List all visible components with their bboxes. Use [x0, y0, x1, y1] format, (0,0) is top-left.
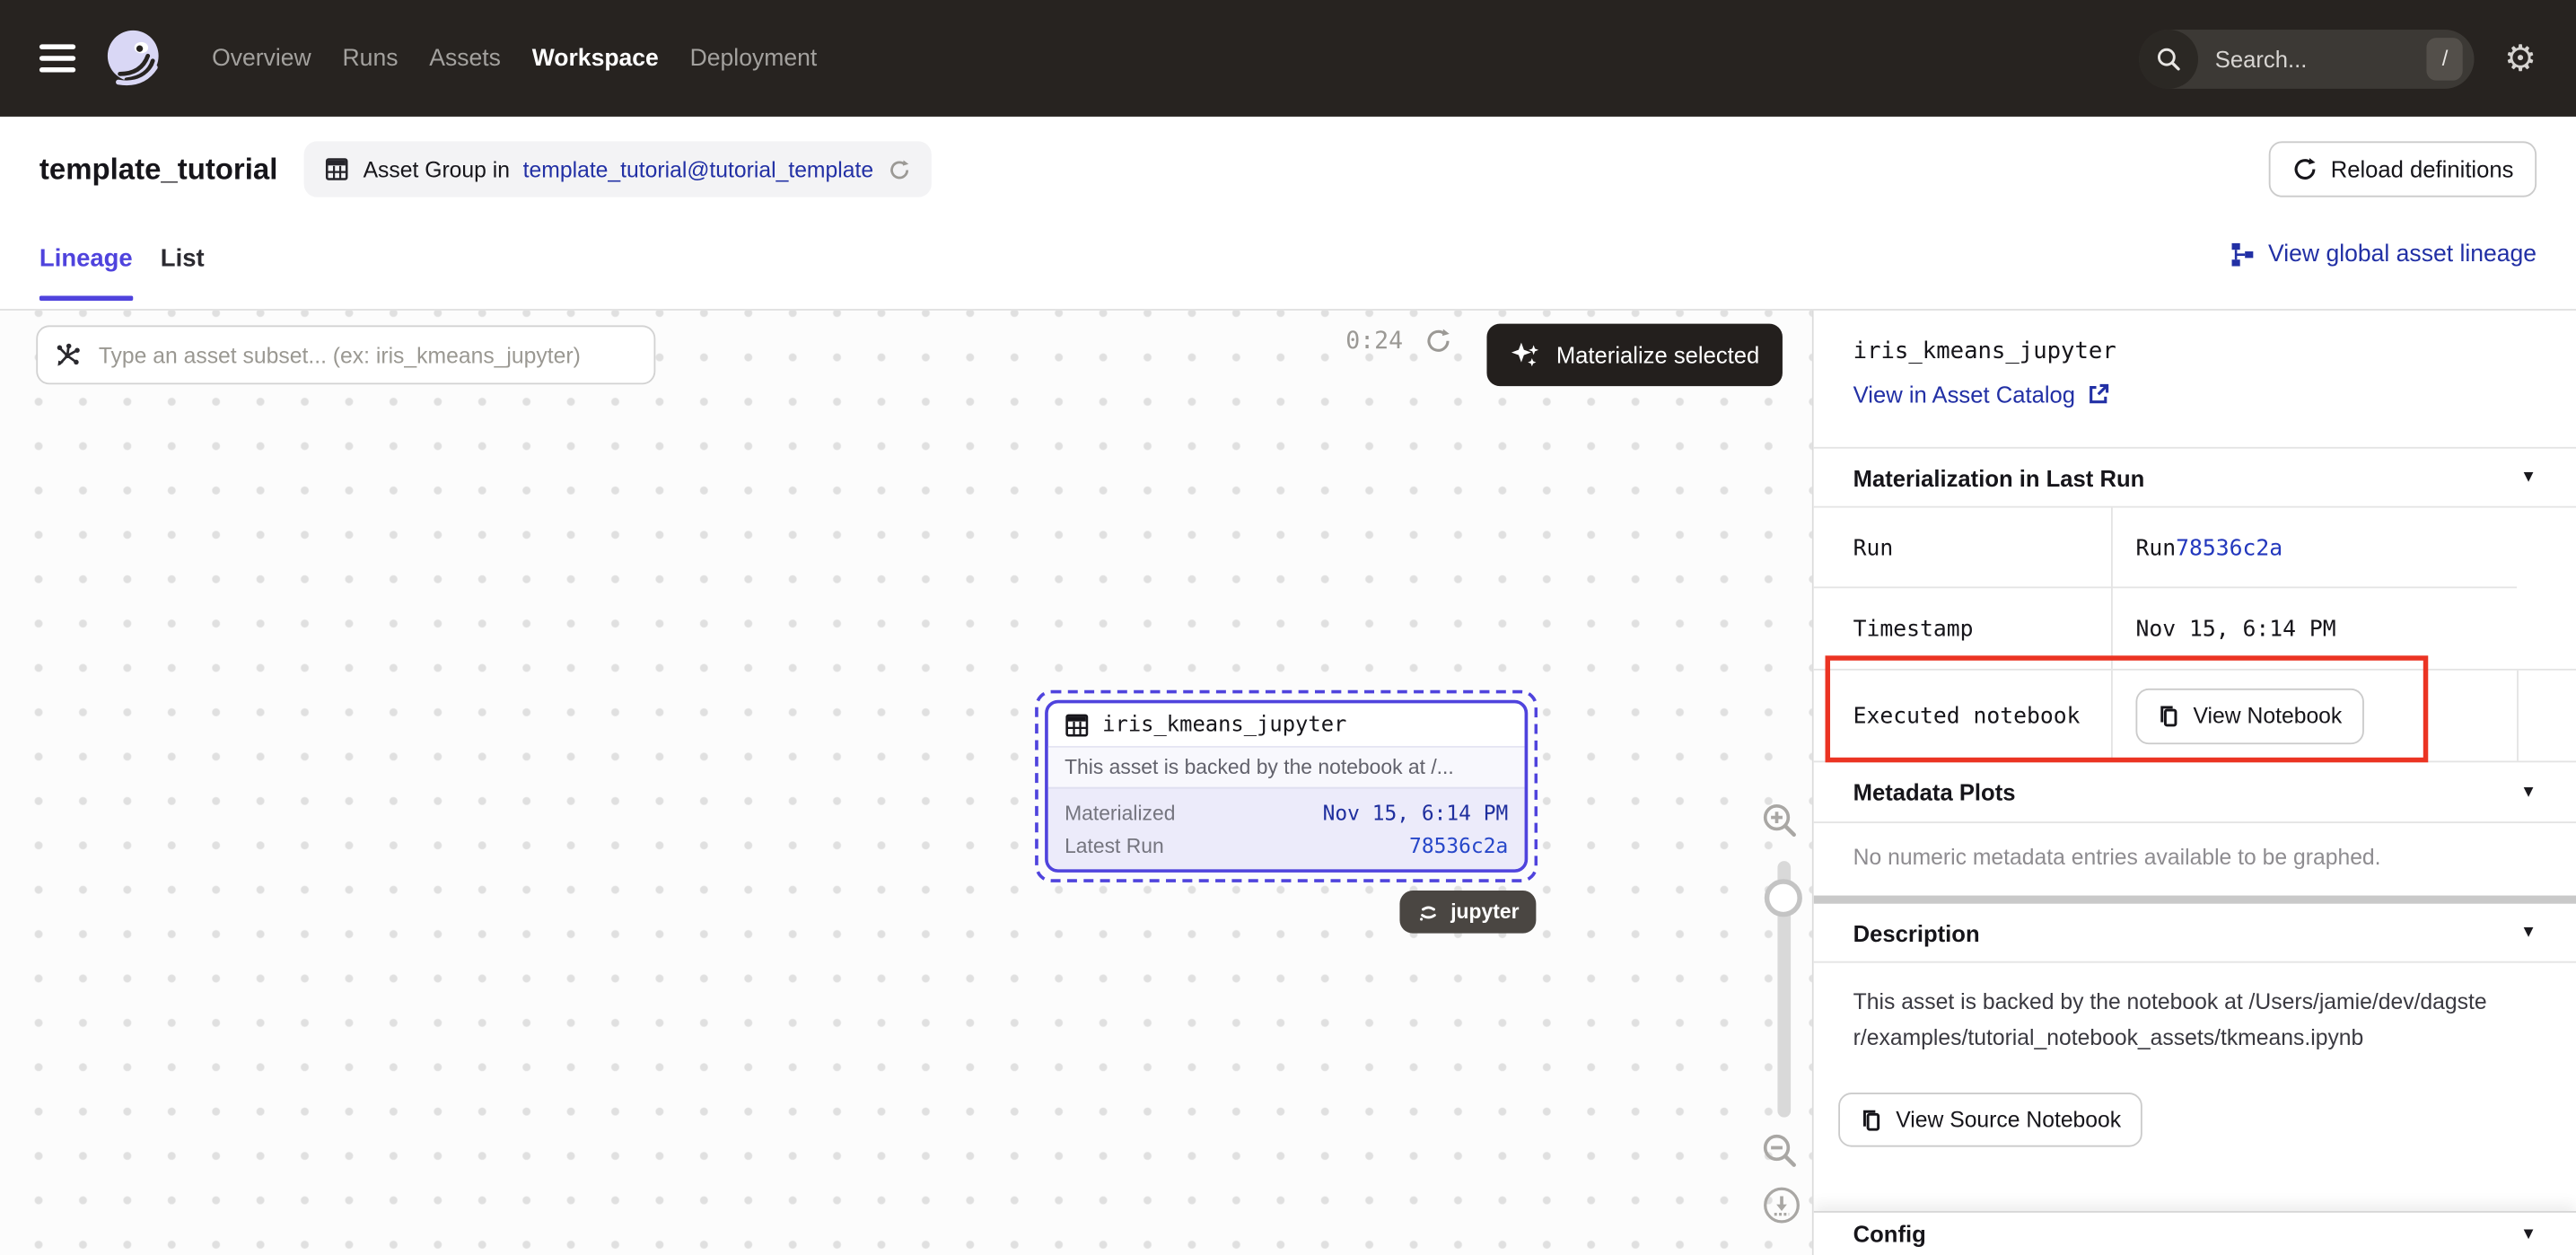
reload-icon — [2291, 156, 2318, 182]
table-row-timestamp: Timestamp Nov 15, 6:14 PM — [1814, 588, 2576, 671]
view-source-notebook-label: View Source Notebook — [1896, 1108, 2121, 1132]
materialized-timestamp: Nov 15, 6:14 PM — [1323, 800, 1509, 824]
view-in-asset-catalog-label: View in Asset Catalog — [1853, 382, 2075, 408]
nav-item-deployment[interactable]: Deployment — [690, 45, 818, 71]
nav-item-runs[interactable]: Runs — [343, 45, 399, 71]
asset-node[interactable]: iris_kmeans_jupyter This asset is backed… — [1045, 700, 1528, 873]
view-notebook-button[interactable]: View Notebook — [2135, 688, 2363, 743]
asset-group-grid-icon — [324, 156, 350, 182]
nav-item-workspace[interactable]: Workspace — [532, 45, 659, 71]
tab-active-underline — [39, 295, 133, 300]
materialized-label: Materialized — [1065, 801, 1175, 824]
fit-view-icon[interactable] — [1763, 1187, 1801, 1224]
breadcrumb-refresh-icon[interactable] — [887, 157, 911, 181]
asset-subset-filter[interactable] — [36, 325, 655, 384]
page-title: template_tutorial — [39, 152, 277, 186]
latest-run-link[interactable]: 78536c2a — [1409, 833, 1508, 857]
view-source-notebook-button[interactable]: View Source Notebook — [1838, 1093, 2142, 1146]
section-config[interactable]: Config ▼ — [1814, 1211, 2576, 1255]
jupyter-tag-label: jupyter — [1450, 900, 1519, 924]
view-notebook-label: View Notebook — [2194, 703, 2343, 727]
breadcrumb: Asset Group in template_tutorial@tutoria… — [304, 141, 932, 197]
cell-border — [2517, 671, 2519, 761]
timestamp-value: Nov 15, 6:14 PM — [2113, 588, 2336, 669]
chevron-down-icon[interactable]: ▼ — [2520, 1225, 2537, 1243]
section-title: Config — [1853, 1221, 1926, 1247]
breadcrumb-prefix: Asset Group in — [364, 157, 510, 181]
notebook-copy-icon — [1860, 1109, 1883, 1132]
asset-node-name: iris_kmeans_jupyter — [1102, 713, 1346, 737]
view-global-asset-lineage-label: View global asset lineage — [2268, 241, 2537, 268]
tabs-bar: Lineage List View global asset lineage — [0, 222, 2576, 311]
sparkle-icon — [1511, 339, 1542, 371]
external-link-icon — [2087, 382, 2110, 406]
nav-item-assets[interactable]: Assets — [429, 45, 501, 71]
table-row-run: Run Run 78536c2a — [1814, 508, 2576, 589]
row-key: Executed notebook — [1814, 671, 2113, 761]
zoom-out-icon[interactable] — [1761, 1132, 1799, 1170]
row-key: Timestamp — [1814, 588, 2113, 669]
notebook-copy-icon — [2157, 704, 2180, 727]
asset-node-group: iris_kmeans_jupyter This asset is backed… — [1035, 690, 1538, 882]
view-global-asset-lineage-link[interactable]: View global asset lineage — [2229, 241, 2537, 268]
tab-list[interactable]: List — [161, 222, 205, 309]
view-in-asset-catalog-link[interactable]: View in Asset Catalog — [1853, 382, 2110, 408]
main-area: 0:24 Materialize selected — [0, 311, 2576, 1255]
reload-definitions-button[interactable]: Reload definitions — [2268, 141, 2537, 197]
section-title: Materialization in Last Run — [1853, 464, 2145, 490]
asset-graph-icon — [54, 341, 82, 369]
nav-menu: Overview Runs Assets Workspace Deploymen… — [212, 45, 817, 71]
asset-node-selection[interactable]: iris_kmeans_jupyter This asset is backed… — [1035, 690, 1538, 882]
materialization-table: Run Run 78536c2a Timestamp Nov 15, 6:14 … — [1814, 506, 2576, 763]
zoom-in-icon[interactable] — [1761, 802, 1799, 839]
asset-subset-input[interactable] — [95, 341, 637, 369]
section-metadata-plots[interactable]: Metadata Plots ▼ — [1814, 762, 2576, 821]
sidebar-header: iris_kmeans_jupyter View in Asset Catalo… — [1814, 311, 2576, 447]
nav-item-overview[interactable]: Overview — [212, 45, 311, 71]
chevron-down-icon[interactable]: ▼ — [2520, 924, 2537, 942]
asset-lineage-graph[interactable]: 0:24 Materialize selected — [0, 311, 1814, 1255]
section-description[interactable]: Description ▼ — [1814, 904, 2576, 963]
lineage-icon — [2229, 241, 2255, 268]
reload-definitions-label: Reload definitions — [2331, 156, 2514, 182]
materialize-selected-label: Materialize selected — [1556, 342, 1759, 368]
dagster-logo-icon[interactable] — [103, 27, 166, 90]
latest-run-label: Latest Run — [1065, 834, 1164, 857]
run-id-link[interactable]: 78536c2a — [2176, 535, 2282, 561]
chevron-down-icon[interactable]: ▼ — [2520, 469, 2537, 487]
tab-lineage[interactable]: Lineage — [39, 222, 133, 309]
settings-gear-icon[interactable]: ⚙ — [2504, 40, 2537, 76]
zoom-slider-handle[interactable] — [1765, 879, 1802, 917]
hamburger-menu-icon[interactable] — [39, 45, 75, 73]
metadata-empty-message: No numeric metadata entries available to… — [1814, 823, 2576, 896]
asset-details-sidebar: iris_kmeans_jupyter View in Asset Catalo… — [1814, 311, 2576, 1255]
top-nav: Overview Runs Assets Workspace Deploymen… — [0, 0, 2576, 117]
asset-node-stats: Materialized Nov 15, 6:14 PM Latest Run … — [1048, 787, 1525, 870]
jupyter-icon — [1416, 900, 1441, 924]
table-icon — [1065, 713, 1089, 737]
asset-node-description: This asset is backed by the notebook at … — [1048, 746, 1525, 787]
app-window: Overview Runs Assets Workspace Deploymen… — [0, 0, 2576, 1255]
breadcrumb-repo-link[interactable]: template_tutorial@tutorial_template — [523, 157, 873, 181]
search-icon — [2140, 29, 2199, 88]
materialize-selected-button[interactable]: Materialize selected — [1487, 324, 1783, 387]
section-materialization-in-last-run[interactable]: Materialization in Last Run ▼ — [1814, 447, 2576, 506]
sidebar-asset-name: iris_kmeans_jupyter — [1853, 338, 2537, 364]
section-divider — [1814, 896, 2576, 904]
search-placeholder: Search... — [2215, 45, 2308, 71]
graph-refresh-icon[interactable] — [1424, 327, 1452, 355]
search-shortcut-badge: / — [2427, 37, 2463, 80]
nav-right: Search... / ⚙ — [2140, 29, 2537, 88]
description-text: This asset is backed by the notebook at … — [1814, 963, 2538, 1057]
jupyter-tag[interactable]: jupyter — [1399, 891, 1535, 934]
chevron-down-icon[interactable]: ▼ — [2520, 783, 2537, 801]
refresh-timer: 0:24 — [1345, 329, 1403, 355]
page-header: template_tutorial Asset Group in templat… — [0, 117, 2576, 222]
section-title: Metadata Plots — [1853, 779, 2016, 805]
search-input[interactable]: Search... / — [2140, 29, 2475, 88]
row-key: Run — [1814, 508, 2113, 589]
table-row-executed-notebook: Executed notebook View Notebook — [1814, 671, 2576, 763]
section-title: Description — [1853, 919, 1980, 945]
run-value-prefix: Run — [2135, 535, 2176, 561]
